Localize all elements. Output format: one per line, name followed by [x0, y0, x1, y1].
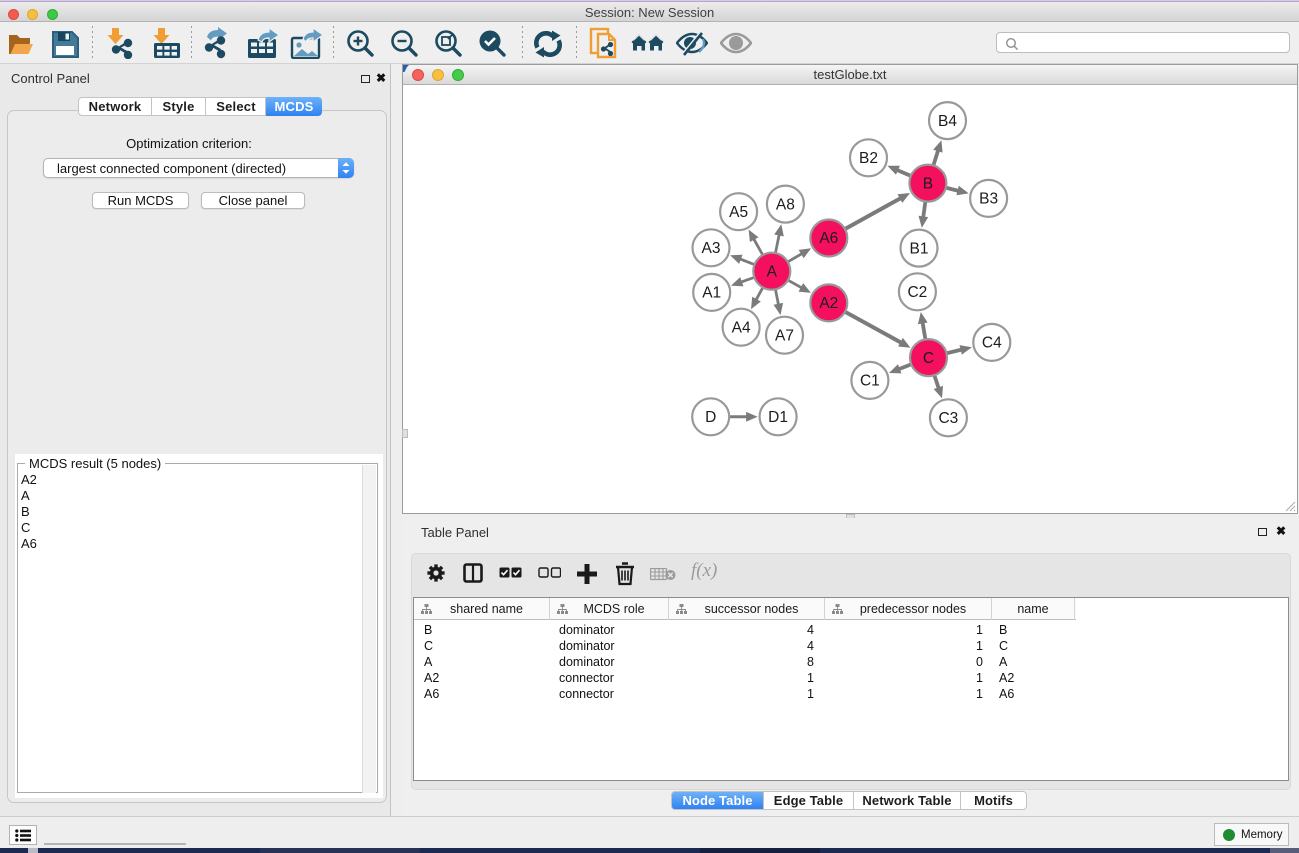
svg-text:D: D	[705, 409, 716, 426]
svg-text:A4: A4	[732, 319, 751, 336]
svg-text:B4: B4	[938, 113, 957, 130]
svg-text:B3: B3	[979, 191, 998, 208]
svg-text:A6: A6	[819, 230, 838, 247]
svg-text:B: B	[923, 175, 933, 192]
svg-text:B2: B2	[859, 150, 878, 167]
svg-text:A1: A1	[702, 285, 721, 302]
svg-text:A3: A3	[702, 240, 721, 257]
svg-text:B1: B1	[910, 240, 929, 257]
svg-text:A2: A2	[819, 295, 838, 312]
svg-text:C1: C1	[860, 373, 880, 390]
svg-text:C: C	[923, 350, 934, 367]
svg-text:A7: A7	[775, 327, 794, 344]
svg-text:D1: D1	[768, 409, 788, 426]
svg-text:C3: C3	[938, 410, 958, 427]
svg-text:A: A	[767, 263, 778, 280]
svg-text:A8: A8	[776, 196, 795, 213]
svg-text:C4: C4	[982, 335, 1002, 352]
svg-text:C2: C2	[907, 284, 927, 301]
svg-text:A5: A5	[729, 204, 748, 221]
